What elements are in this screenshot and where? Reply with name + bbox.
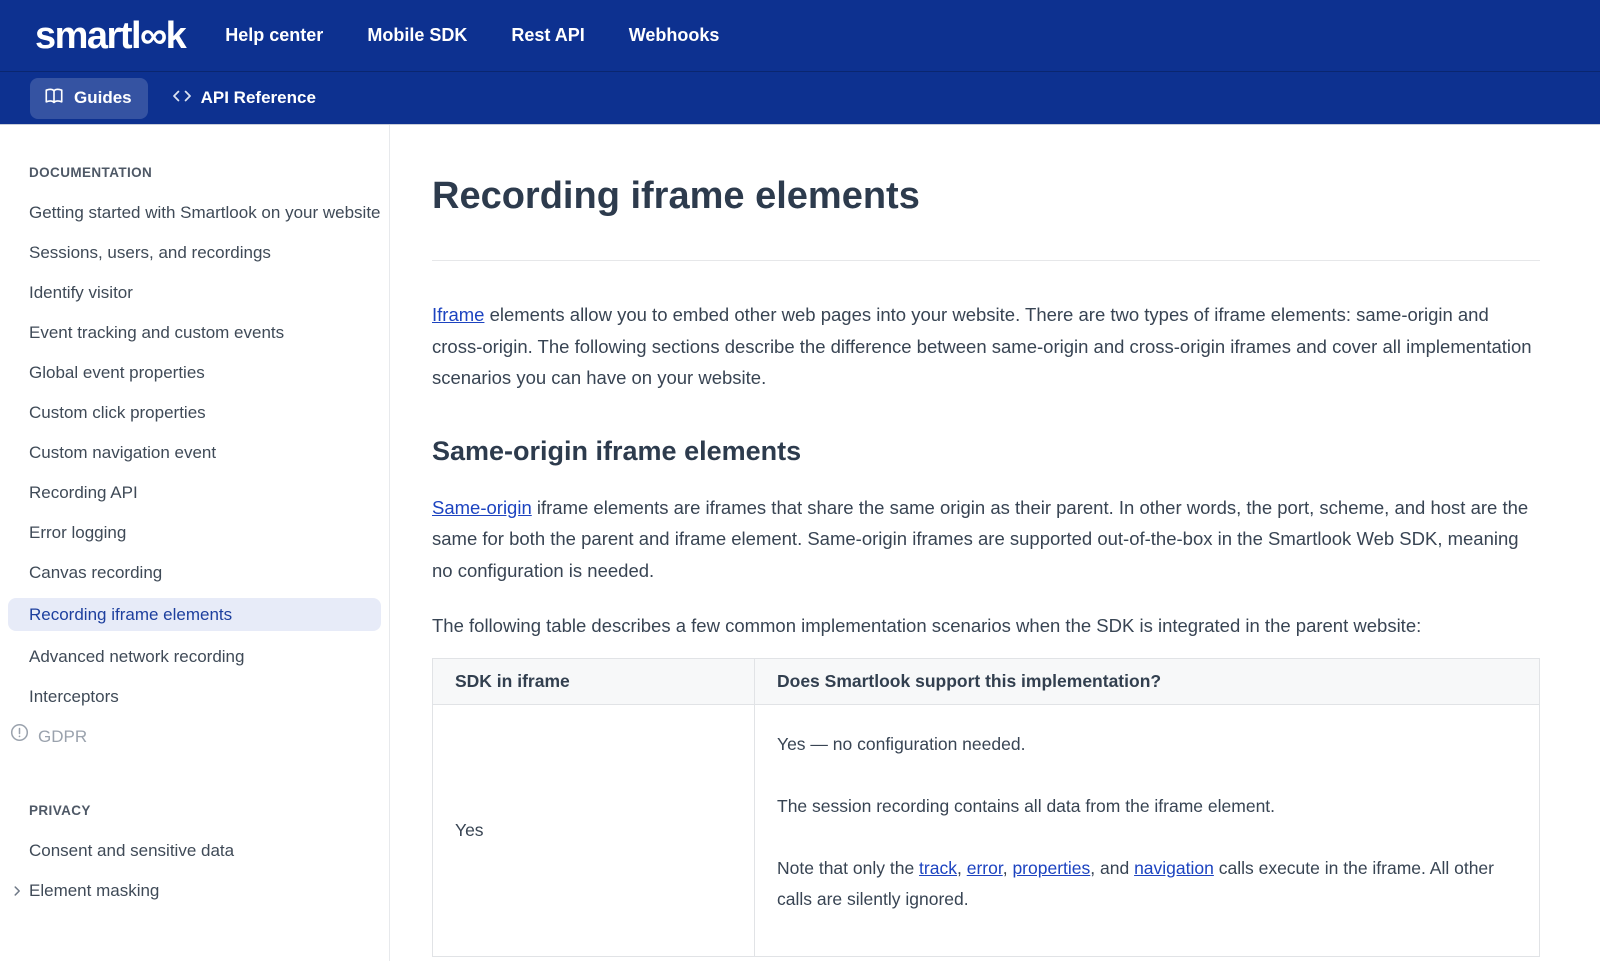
title-divider: [432, 260, 1540, 261]
table-row: Yes Yes — no configuration needed. The s…: [433, 704, 1540, 956]
sidebar-item-recording-api[interactable]: Recording API: [29, 478, 381, 507]
guides-label: Guides: [74, 88, 132, 108]
properties-link[interactable]: properties: [1012, 858, 1090, 878]
sidebar-item-custom-click-properties[interactable]: Custom click properties: [29, 398, 381, 427]
cell-sdk-in-iframe-yes: Yes: [433, 704, 755, 956]
sidebar-item-sessions-users-recordings[interactable]: Sessions, users, and recordings: [29, 238, 381, 267]
support-paragraph-1: Yes — no configuration needed.: [777, 729, 1517, 760]
api-reference-link[interactable]: API Reference: [172, 88, 316, 109]
code-icon: [172, 88, 192, 109]
error-link[interactable]: error: [967, 858, 1003, 878]
primary-navbar: smartl∞k Help center Mobile SDK Rest API…: [0, 0, 1600, 72]
smartlook-logo[interactable]: smartl∞k: [35, 17, 185, 55]
same-origin-heading: Same-origin iframe elements: [432, 434, 1540, 468]
documentation-section-header: DOCUMENTATION: [29, 165, 381, 180]
privacy-section-header: PRIVACY: [29, 803, 381, 818]
alert-circle-icon: [10, 722, 29, 751]
docs-sidebar: DOCUMENTATION Getting started with Smart…: [0, 125, 390, 961]
top-header: smartl∞k Help center Mobile SDK Rest API…: [0, 0, 1600, 125]
cell-support-details: Yes — no configuration needed. The sessi…: [755, 704, 1540, 956]
sidebar-item-global-event-properties[interactable]: Global event properties: [29, 358, 381, 387]
book-icon: [43, 86, 65, 111]
gdpr-label: GDPR: [38, 722, 87, 751]
guides-button[interactable]: Guides: [30, 78, 148, 119]
sidebar-item-error-logging[interactable]: Error logging: [29, 518, 381, 547]
note-sep-3: , and: [1090, 858, 1134, 878]
sidebar-item-advanced-network-recording[interactable]: Advanced network recording: [29, 642, 381, 671]
documentation-list: Getting started with Smartlook on your w…: [29, 198, 381, 711]
nav-mobile-sdk[interactable]: Mobile SDK: [367, 25, 467, 46]
navigation-link[interactable]: navigation: [1134, 858, 1214, 878]
secondary-navbar: Guides API Reference: [0, 72, 1600, 125]
support-paragraph-2: The session recording contains all data …: [777, 791, 1517, 822]
note-text: Note that only the: [777, 858, 919, 878]
sidebar-item-interceptors[interactable]: Interceptors: [29, 682, 381, 711]
sidebar-item-recording-iframe-elements[interactable]: Recording iframe elements: [8, 598, 381, 631]
note-sep-1: ,: [957, 858, 967, 878]
page-title: Recording iframe elements: [432, 172, 1540, 220]
table-header-row: SDK in iframe Does Smartlook support thi…: [433, 658, 1540, 704]
column-header-support: Does Smartlook support this implementati…: [755, 658, 1540, 704]
column-header-sdk-in-iframe: SDK in iframe: [433, 658, 755, 704]
sidebar-item-getting-started[interactable]: Getting started with Smartlook on your w…: [29, 198, 381, 227]
intro-paragraph: Iframe elements allow you to embed other…: [432, 299, 1540, 394]
nav-help-center[interactable]: Help center: [225, 25, 323, 46]
table-intro-paragraph: The following table describes a few comm…: [432, 610, 1540, 642]
iframe-link[interactable]: Iframe: [432, 304, 484, 325]
sidebar-item-identify-visitor[interactable]: Identify visitor: [29, 278, 381, 307]
intro-text: elements allow you to embed other web pa…: [432, 304, 1532, 388]
element-masking-label: Element masking: [29, 876, 159, 905]
sidebar-item-event-tracking[interactable]: Event tracking and custom events: [29, 318, 381, 347]
sidebar-item-custom-navigation-event[interactable]: Custom navigation event: [29, 438, 381, 467]
same-origin-paragraph: Same-origin iframe elements are iframes …: [432, 492, 1540, 587]
implementation-table: SDK in iframe Does Smartlook support thi…: [432, 658, 1540, 957]
privacy-list: Consent and sensitive data Element maski…: [29, 836, 381, 905]
nav-rest-api[interactable]: Rest API: [511, 25, 584, 46]
track-link[interactable]: track: [919, 858, 957, 878]
nav-webhooks[interactable]: Webhooks: [629, 25, 720, 46]
note-sep-2: ,: [1003, 858, 1013, 878]
primary-nav: Help center Mobile SDK Rest API Webhooks: [225, 25, 719, 46]
page-body: DOCUMENTATION Getting started with Smart…: [0, 125, 1600, 961]
same-origin-link[interactable]: Same-origin: [432, 497, 532, 518]
same-origin-text: iframe elements are iframes that share t…: [432, 497, 1528, 581]
api-reference-label: API Reference: [201, 88, 316, 108]
sidebar-item-element-masking[interactable]: Element masking: [10, 876, 381, 905]
article-content: Recording iframe elements Iframe element…: [390, 125, 1600, 961]
sidebar-item-canvas-recording[interactable]: Canvas recording: [29, 558, 381, 587]
sidebar-item-consent-sensitive-data[interactable]: Consent and sensitive data: [29, 836, 381, 865]
sidebar-item-gdpr[interactable]: GDPR: [10, 722, 381, 751]
support-paragraph-note: Note that only the track, error, propert…: [777, 853, 1517, 915]
chevron-right-icon: [10, 884, 24, 898]
